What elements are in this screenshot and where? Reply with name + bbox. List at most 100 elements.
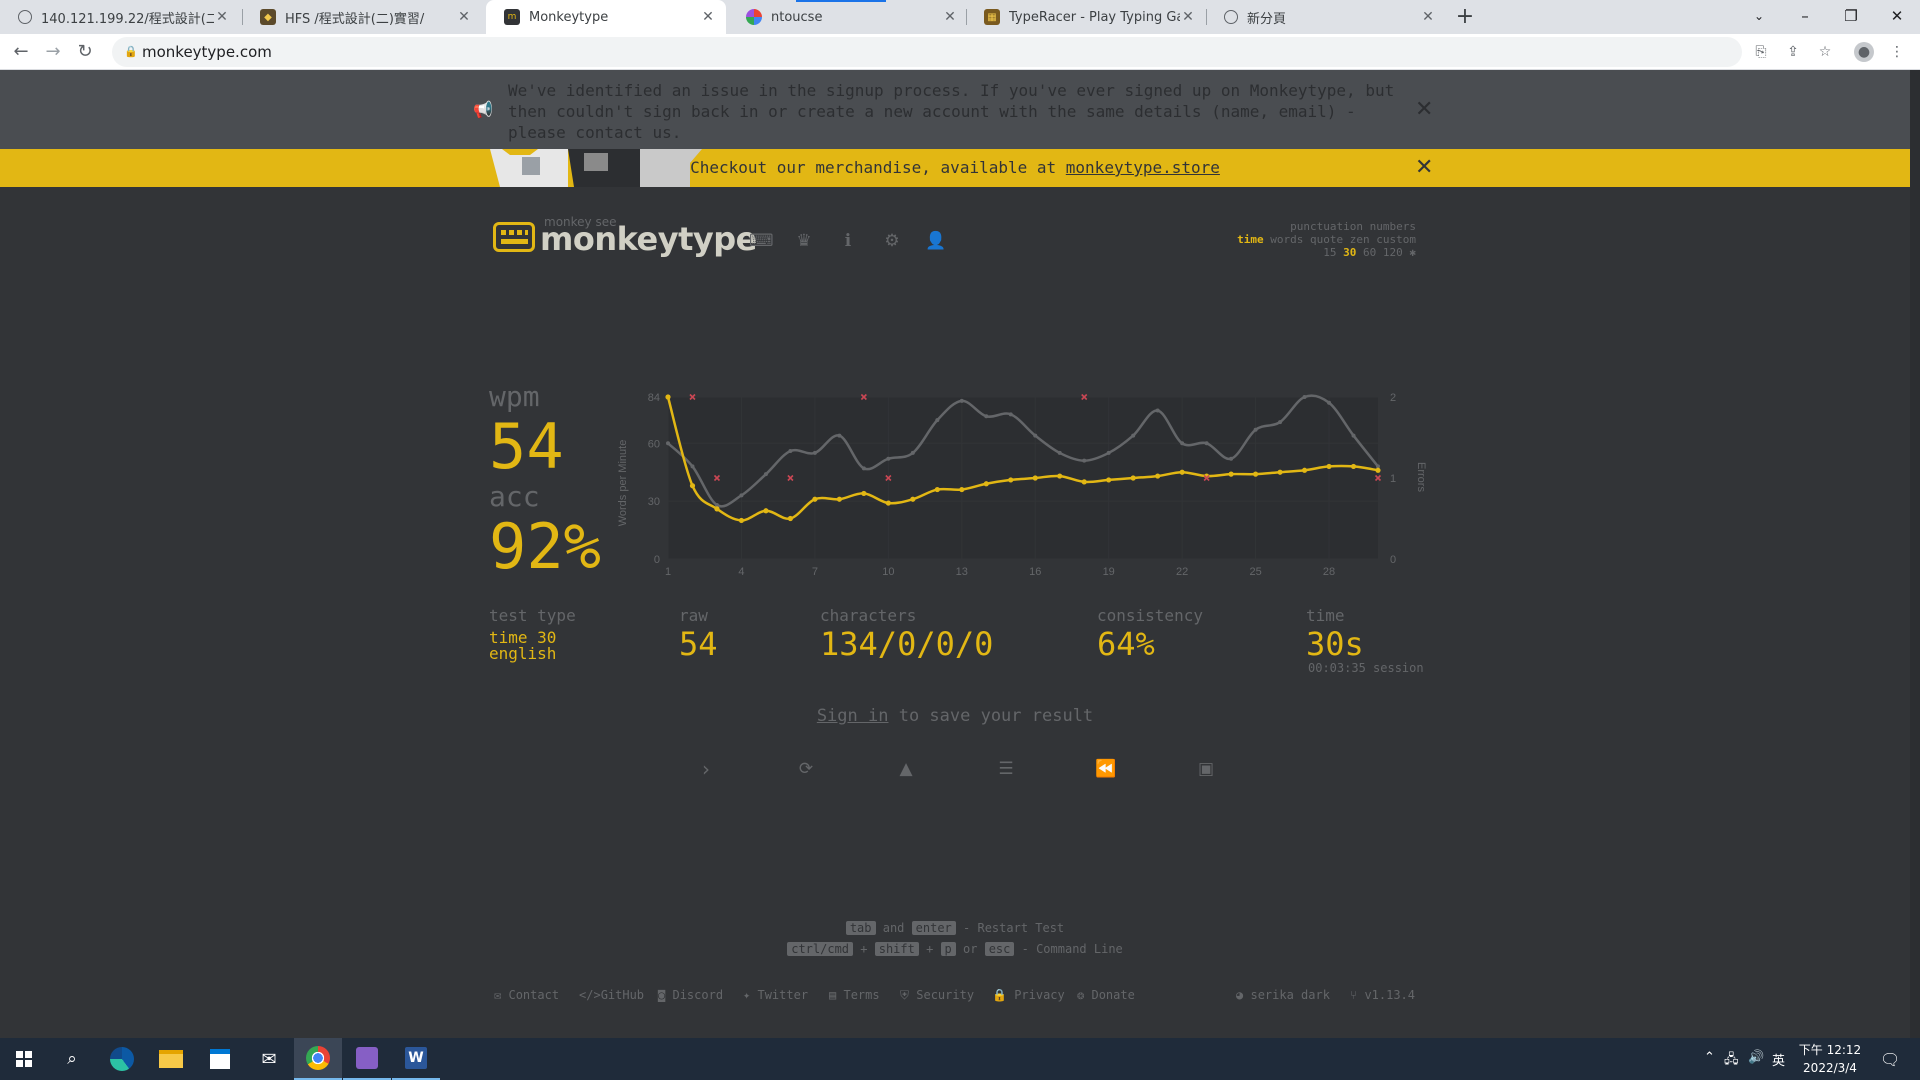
tab-6[interactable]: 新分頁 ✕ bbox=[1206, 0, 1446, 34]
user-icon[interactable]: 👤 bbox=[925, 230, 947, 252]
footer-link-twitter[interactable]: ✦ Twitter bbox=[743, 988, 808, 1002]
store-button[interactable] bbox=[196, 1038, 244, 1080]
footer-link-github[interactable]: </>GitHub bbox=[579, 988, 644, 1002]
config-row-duration: 15 30 60 120 ✱ bbox=[1160, 246, 1416, 259]
crown-icon[interactable]: ♛ bbox=[793, 230, 815, 252]
visual-studio-button[interactable] bbox=[343, 1038, 391, 1080]
logo-wordmark[interactable]: monkeytype bbox=[540, 220, 757, 258]
theme-button[interactable]: ◕ serika dark bbox=[1236, 988, 1330, 1002]
url-text: monkeytype.com bbox=[142, 43, 272, 61]
close-notice-button[interactable]: ✕ bbox=[1415, 97, 1433, 122]
file-icon: ▤ bbox=[829, 988, 837, 1002]
word-button[interactable]: W bbox=[392, 1038, 440, 1080]
palette-icon: ◕ bbox=[1236, 988, 1244, 1002]
profile-avatar[interactable]: ● bbox=[1854, 42, 1874, 62]
command-line-hint: ctrl/cmd + shift + p or esc - Command Li… bbox=[0, 942, 1910, 956]
footer-link-donate[interactable]: ❂ Donate bbox=[1077, 988, 1135, 1002]
wpm-point bbox=[1155, 473, 1161, 479]
close-tab-icon[interactable]: ✕ bbox=[1180, 9, 1196, 25]
consistency-label: consistency bbox=[1097, 606, 1203, 625]
mail-button[interactable]: ✉ bbox=[245, 1038, 293, 1080]
mode-others[interactable]: words quote zen custom bbox=[1270, 233, 1416, 246]
shield-icon: ⛨ bbox=[900, 988, 910, 1002]
duration-15[interactable]: 15 bbox=[1323, 246, 1336, 259]
start-button[interactable] bbox=[0, 1038, 48, 1080]
menu-kebab-icon[interactable]: ⋮ bbox=[1887, 42, 1907, 62]
clock[interactable]: 下午 12:12 2022/3/4 bbox=[1790, 1041, 1870, 1077]
mode-time[interactable]: time bbox=[1237, 233, 1264, 246]
restore-button[interactable]: ❐ bbox=[1828, 0, 1874, 34]
tray-overflow-icon[interactable]: ⌃ bbox=[1704, 1050, 1715, 1065]
y2-tick-label: 1 bbox=[1390, 473, 1396, 485]
translate-icon[interactable]: ⎘ bbox=[1751, 42, 1771, 62]
mail-icon: ✉ bbox=[261, 1048, 277, 1070]
footer-link-discord[interactable]: ◙ Discord bbox=[658, 988, 723, 1002]
replay-button[interactable]: ⏪ bbox=[1093, 756, 1119, 782]
repeat-test-button[interactable]: ⟳ bbox=[793, 756, 819, 782]
merch-store-link[interactable]: monkeytype.store bbox=[1066, 158, 1220, 177]
wpm-point bbox=[787, 515, 794, 522]
close-merch-button[interactable]: ✕ bbox=[1415, 155, 1433, 180]
footer-link-contact[interactable]: ✉ Contact bbox=[494, 988, 559, 1002]
ime-indicator[interactable]: 英 bbox=[1772, 1050, 1785, 1069]
edge-button[interactable] bbox=[98, 1038, 146, 1080]
tab-4[interactable]: ntoucse ✕ bbox=[728, 0, 968, 34]
close-tab-icon[interactable]: ✕ bbox=[214, 9, 230, 25]
edge-icon bbox=[110, 1047, 134, 1071]
url-field[interactable]: 🔒 monkeytype.com bbox=[112, 37, 1742, 67]
share-icon[interactable]: ⇪ bbox=[1783, 42, 1803, 62]
signin-link[interactable]: Sign in bbox=[817, 706, 889, 726]
consistency-value: 64% bbox=[1097, 625, 1155, 663]
characters-label: characters bbox=[820, 606, 917, 625]
back-button[interactable]: ← bbox=[9, 40, 33, 64]
keyboard-icon[interactable]: ⌨ bbox=[749, 230, 774, 252]
version-button[interactable]: ⑂ v1.13.4 bbox=[1350, 988, 1415, 1002]
raw-point bbox=[812, 450, 817, 455]
tab-search-icon[interactable]: ⌄ bbox=[1736, 0, 1782, 34]
close-tab-icon[interactable]: ✕ bbox=[700, 9, 716, 25]
screenshot-button[interactable]: ▣ bbox=[1193, 756, 1219, 782]
duration-others[interactable]: 60 120 bbox=[1363, 246, 1403, 259]
y2-tick-label: 2 bbox=[1390, 392, 1396, 404]
scrollbar[interactable] bbox=[1910, 70, 1920, 1038]
file-explorer-button[interactable] bbox=[147, 1038, 195, 1080]
tab-1[interactable]: 140.121.199.22/程式設計(二)實習 ✕ bbox=[0, 0, 240, 34]
wpm-point bbox=[1106, 477, 1112, 483]
bookmark-star-icon[interactable]: ☆ bbox=[1815, 42, 1835, 62]
wpm-point bbox=[983, 481, 989, 487]
close-tab-icon[interactable]: ✕ bbox=[456, 9, 472, 25]
wpm-point bbox=[885, 500, 891, 506]
next-test-button[interactable]: › bbox=[693, 756, 719, 782]
close-tab-icon[interactable]: ✕ bbox=[1420, 9, 1436, 25]
search-button[interactable]: ⌕ bbox=[48, 1038, 96, 1080]
minimize-button[interactable]: – bbox=[1782, 0, 1828, 34]
reload-button[interactable]: ↻ bbox=[73, 40, 97, 64]
info-icon[interactable]: i bbox=[837, 230, 859, 252]
close-tab-icon[interactable]: ✕ bbox=[942, 9, 958, 25]
wpm-point bbox=[1252, 471, 1259, 477]
tab-3[interactable]: m Monkeytype ✕ bbox=[486, 0, 726, 34]
footer-link-terms[interactable]: ▤ Terms bbox=[829, 988, 880, 1002]
practice-words-button[interactable]: ▲ bbox=[893, 756, 919, 782]
network-icon[interactable]: 🖧 bbox=[1724, 1050, 1739, 1072]
chrome-button[interactable] bbox=[294, 1038, 342, 1080]
gear-icon[interactable]: ⚙ bbox=[881, 230, 903, 252]
wrench-icon[interactable]: ✱ bbox=[1409, 246, 1416, 259]
lock-icon: 🔒 bbox=[124, 45, 138, 58]
volume-icon[interactable]: 🔊 bbox=[1748, 1050, 1764, 1065]
close-window-button[interactable]: ✕ bbox=[1874, 0, 1920, 34]
tab-2[interactable]: ◆ HFS /程式設計(二)實習/ ✕ bbox=[242, 0, 482, 34]
tab-5[interactable]: ▦ TypeRacer - Play Typing Games ✕ bbox=[966, 0, 1206, 34]
footer-link-security[interactable]: ⛨ Security bbox=[900, 988, 974, 1003]
words-history-button[interactable]: ☰ bbox=[993, 756, 1019, 782]
wpm-value: 54 bbox=[489, 410, 564, 483]
new-tab-button[interactable]: + bbox=[1452, 4, 1478, 30]
duration-30[interactable]: 30 bbox=[1343, 246, 1356, 259]
theme-label: serika dark bbox=[1250, 988, 1330, 1002]
forward-button[interactable]: → bbox=[41, 40, 65, 64]
keyboard-logo-icon[interactable] bbox=[493, 222, 535, 252]
hint-and: and bbox=[882, 921, 905, 935]
notification-icon[interactable]: 🗨 bbox=[1880, 1050, 1900, 1069]
footer-link-privacy[interactable]: 🔒 Privacy bbox=[992, 988, 1065, 1002]
config-row-modifiers[interactable]: punctuation numbers bbox=[1160, 220, 1416, 233]
